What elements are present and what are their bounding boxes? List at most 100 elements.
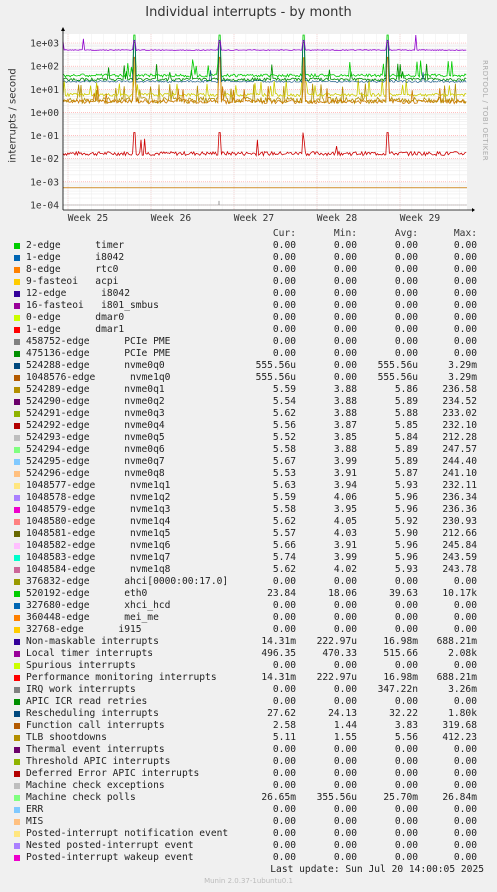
legend-cur-value: 0.00 bbox=[272, 780, 296, 791]
legend-avg-value: 0.00 bbox=[394, 852, 418, 863]
legend-swatch bbox=[14, 615, 20, 621]
legend-row: TLB shootdowns 5.11 1.55 5.56 412.23 bbox=[14, 732, 484, 744]
legend-swatch bbox=[14, 339, 20, 345]
legend-label: Performance monitoring interrupts bbox=[26, 672, 217, 683]
legend-label: Machine check exceptions bbox=[26, 780, 165, 791]
legend-row: Rescheduling interrupts 27.62 24.13 32.22 1.… bbox=[14, 708, 484, 720]
legend-label: 1-edge dmar1 bbox=[26, 324, 125, 335]
legend-min-value: 0.00 bbox=[333, 372, 357, 383]
legend-swatch bbox=[14, 267, 20, 273]
legend-max-value: 0.00 bbox=[453, 696, 477, 707]
legend-avg-value: 0.00 bbox=[394, 696, 418, 707]
legend-label: 360448-edge mei_me bbox=[26, 612, 159, 623]
legend-min-value: 0.00 bbox=[333, 744, 357, 755]
legend-row: Machine check polls 26.65m 355.56u 25.70m 26… bbox=[14, 792, 484, 804]
legend-min-value: 3.88 bbox=[333, 384, 357, 395]
legend-cur-value: 0.00 bbox=[272, 576, 296, 587]
legend-label: 520192-edge eth0 bbox=[26, 588, 148, 599]
legend-label: 12-edge i8042 bbox=[26, 288, 130, 299]
legend-swatch bbox=[14, 327, 20, 333]
legend-max-value: 0.00 bbox=[453, 264, 477, 275]
legend-avg-value: 5.89 bbox=[394, 456, 418, 467]
legend-cur-value: 0.00 bbox=[272, 684, 296, 695]
x-tick-label: Week 25 bbox=[68, 213, 108, 224]
legend-row: Function call interrupts 2.58 1.44 3.83 319.… bbox=[14, 720, 484, 732]
legend-cur-value: 0.00 bbox=[272, 264, 296, 275]
y-axis-arrow bbox=[61, 27, 65, 31]
legend-row: 524296-edge nvme0q8 5.53 3.91 5.87 241.10 bbox=[14, 468, 484, 480]
legend-cur-value: 26.65m bbox=[261, 792, 296, 803]
legend-max-value: 247.57 bbox=[442, 444, 477, 455]
legend-label: 524294-edge nvme0q6 bbox=[26, 444, 165, 455]
legend-min-value: 0.00 bbox=[333, 696, 357, 707]
legend-cur-value: 5.52 bbox=[272, 432, 296, 443]
legend-min-value: 3.88 bbox=[333, 396, 357, 407]
legend-row: 1048584-edge nvme1q8 5.62 4.02 5.93 243.78 bbox=[14, 564, 484, 576]
legend-label: 2-edge timer bbox=[26, 240, 125, 251]
legend-cur-value: 2.58 bbox=[272, 720, 296, 731]
legend-label: Function call interrupts bbox=[26, 720, 165, 731]
legend-max-value: 212.28 bbox=[442, 432, 477, 443]
legend-label: 1048578-edge nvme1q2 bbox=[26, 492, 171, 503]
legend-max-value: 0.00 bbox=[453, 288, 477, 299]
legend-min-value: 1.44 bbox=[333, 720, 357, 731]
legend-min-value: 0.00 bbox=[333, 264, 357, 275]
legend-row: 524289-edge nvme0q1 5.59 3.88 5.86 236.58 bbox=[14, 384, 484, 396]
legend-row: Local timer interrupts 496.35 470.33 515.66… bbox=[14, 648, 484, 660]
legend-label: APIC ICR read retries bbox=[26, 696, 148, 707]
legend-swatch bbox=[14, 447, 20, 453]
legend-max-value: 3.26m bbox=[448, 684, 477, 695]
legend-swatch bbox=[14, 783, 20, 789]
legend-swatch bbox=[14, 735, 20, 741]
legend-avg-value: 5.96 bbox=[394, 552, 418, 563]
legend-max-value: 241.10 bbox=[442, 468, 477, 479]
legend-max-value: 236.34 bbox=[442, 492, 477, 503]
legend-min-value: 0.00 bbox=[333, 240, 357, 251]
legend-row: 524291-edge nvme0q3 5.62 3.88 5.88 233.02 bbox=[14, 408, 484, 420]
legend-min-value: 3.99 bbox=[333, 552, 357, 563]
legend-cur-value: 0.00 bbox=[272, 756, 296, 767]
legend-header: Cur: Min: Avg: Max: bbox=[14, 228, 484, 240]
legend-min-value: 0.00 bbox=[333, 348, 357, 359]
legend-min-value: 3.91 bbox=[333, 540, 357, 551]
legend-swatch bbox=[14, 435, 20, 441]
legend-row: 524294-edge nvme0q6 5.58 3.88 5.89 247.57 bbox=[14, 444, 484, 456]
legend-avg-value: 0.00 bbox=[394, 744, 418, 755]
legend-min-value: 3.87 bbox=[333, 420, 357, 431]
legend-min-value: 0.00 bbox=[333, 768, 357, 779]
legend-label: 1048576-edge nvme1q0 bbox=[26, 372, 171, 383]
legend-label: 475136-edge PCIe PME bbox=[26, 348, 171, 359]
legend-row: 12-edge i8042 0.00 0.00 0.00 0.00 bbox=[14, 288, 484, 300]
legend-swatch bbox=[14, 567, 20, 573]
legend-header-max: Max: bbox=[453, 228, 477, 239]
chart-plot: 1e+03 1e+02 1e+01 1e+00 1e-01 1e-02 1e-03 1e-04… bbox=[30, 27, 475, 224]
legend-max-value: 245.84 bbox=[442, 540, 477, 551]
x-tick-label: Week 27 bbox=[234, 213, 275, 224]
legend-swatch bbox=[14, 483, 20, 489]
legend-cur-value: 496.35 bbox=[261, 648, 296, 659]
y-tick-label: 1e-02 bbox=[30, 154, 59, 165]
legend-swatch bbox=[14, 243, 20, 249]
legend-swatch bbox=[14, 639, 20, 645]
legend-label: Rescheduling interrupts bbox=[26, 708, 159, 719]
legend-row: Nested posted-interrupt event 0.00 0.00 0.0… bbox=[14, 840, 484, 852]
legend-swatch bbox=[14, 255, 20, 261]
legend-min-value: 24.13 bbox=[328, 708, 357, 719]
legend-row: 1048583-edge nvme1q7 5.74 3.99 5.96 243.59 bbox=[14, 552, 484, 564]
legend-row: Posted-interrupt notification event 0.00 0… bbox=[14, 828, 484, 840]
legend-row: 16-fasteoi i801_smbus 0.00 0.00 0.00 0.00 bbox=[14, 300, 484, 312]
legend-label: 524293-edge nvme0q5 bbox=[26, 432, 165, 443]
legend-cur-value: 0.00 bbox=[272, 348, 296, 359]
x-tick-label: Week 28 bbox=[317, 213, 358, 224]
legend-label: Nested posted-interrupt event bbox=[26, 840, 194, 851]
legend-max-value: 230.93 bbox=[442, 516, 477, 527]
legend-swatch bbox=[14, 375, 20, 381]
legend-row: 1048582-edge nvme1q6 5.66 3.91 5.96 245.84 bbox=[14, 540, 484, 552]
legend-row: Thermal event interrupts 0.00 0.00 0.00 0.00 bbox=[14, 744, 484, 756]
y-tick-label: 1e+00 bbox=[30, 108, 59, 119]
legend-swatch bbox=[14, 771, 20, 777]
legend-label: Threshold APIC interrupts bbox=[26, 756, 171, 767]
legend-swatch bbox=[14, 351, 20, 357]
legend-cur-value: 14.31m bbox=[261, 672, 296, 683]
legend-max-value: 0.00 bbox=[453, 336, 477, 347]
